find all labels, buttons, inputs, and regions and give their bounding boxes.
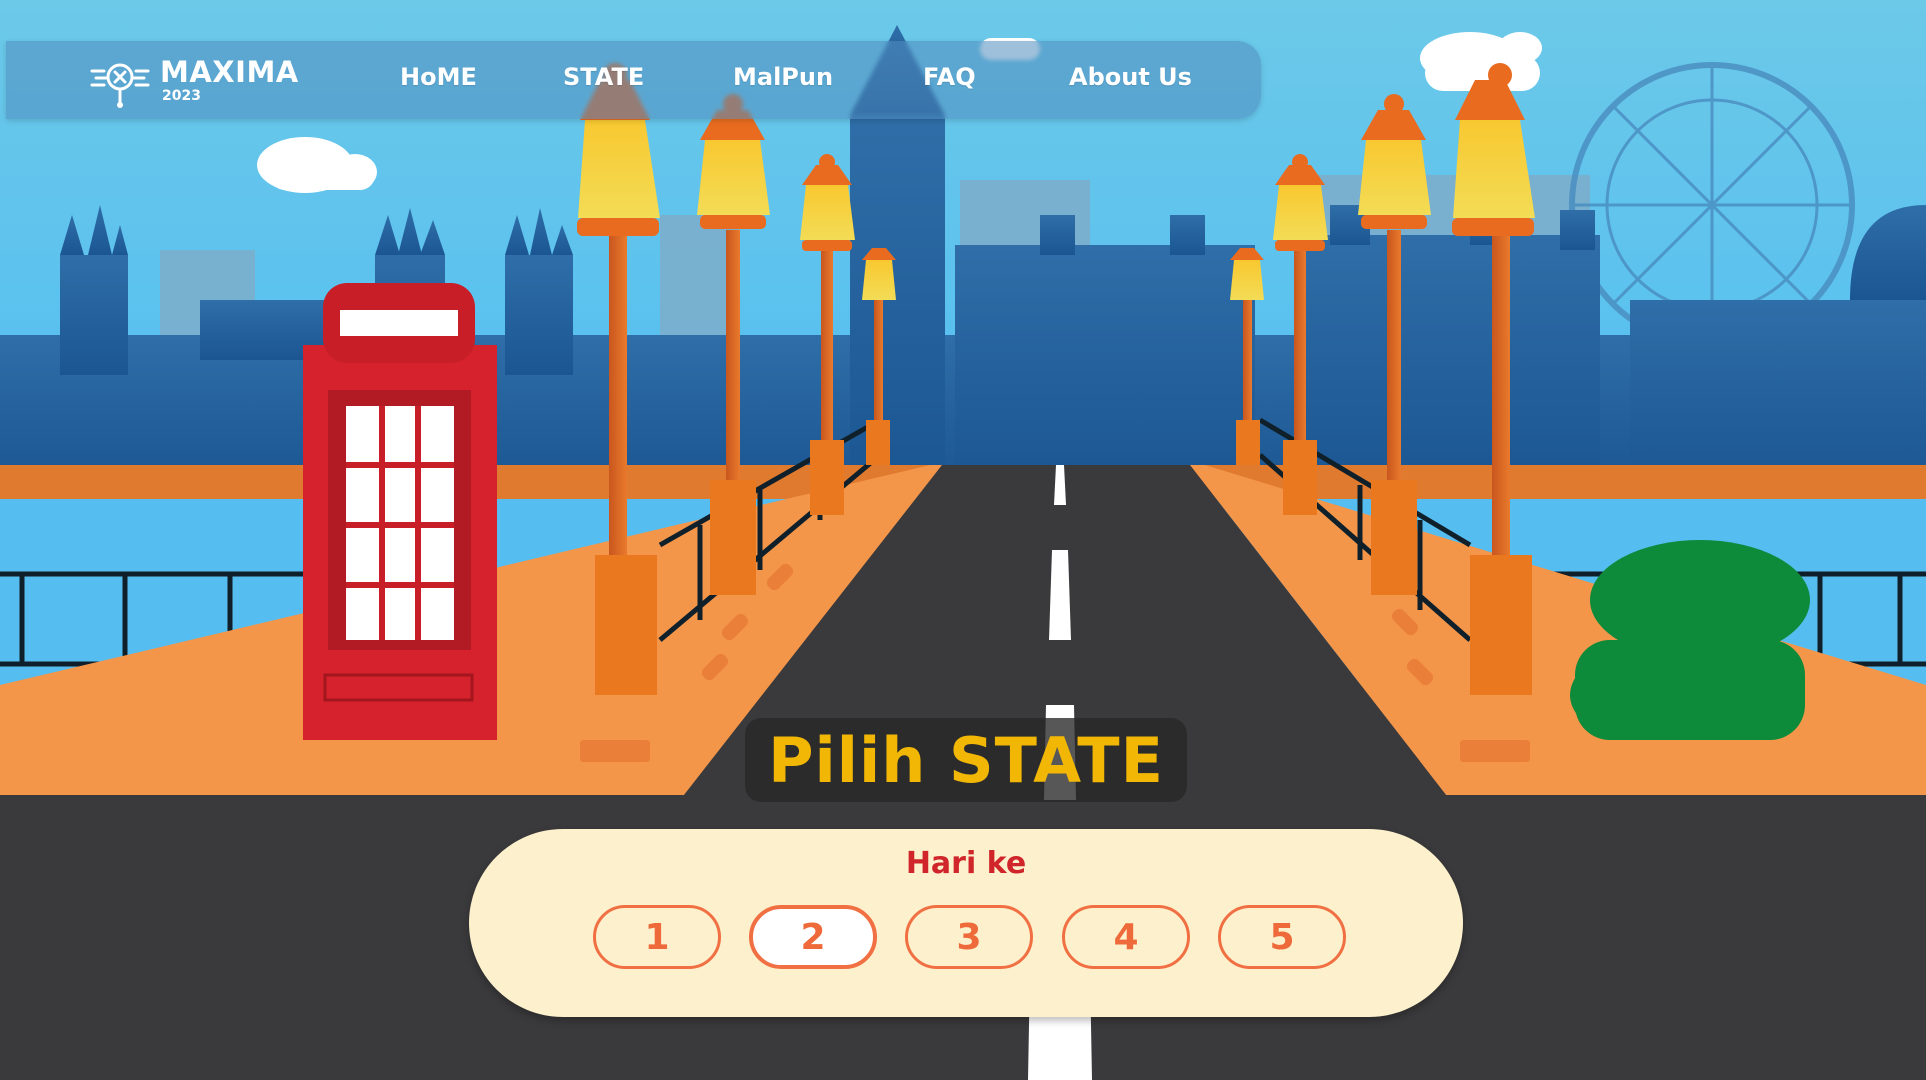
brand-logo[interactable]: MAXIMA 2023 bbox=[90, 51, 299, 109]
day-button-1[interactable]: 1 bbox=[593, 905, 721, 969]
brand-name: MAXIMA bbox=[160, 54, 299, 89]
day-button-3[interactable]: 3 bbox=[905, 905, 1033, 969]
maxima-logo-icon bbox=[90, 51, 150, 109]
nav-item-about-us[interactable]: About Us bbox=[1069, 63, 1192, 91]
day-picker: Hari ke 1 2 3 4 5 bbox=[469, 829, 1463, 1017]
day-button-5[interactable]: 5 bbox=[1218, 905, 1346, 969]
page-title-box: Pilih STATE bbox=[745, 718, 1187, 802]
nav-item-faq[interactable]: FAQ bbox=[923, 63, 976, 91]
nav-item-home[interactable]: HoME bbox=[400, 63, 477, 91]
brand-year: 2023 bbox=[162, 87, 201, 104]
nav-item-malpun[interactable]: MalPun bbox=[733, 63, 833, 91]
brand-text: MAXIMA 2023 bbox=[160, 54, 299, 104]
phone-booth bbox=[303, 283, 497, 740]
day-button-4[interactable]: 4 bbox=[1062, 905, 1190, 969]
day-picker-label: Hari ke bbox=[905, 846, 1027, 881]
nav-item-state[interactable]: STATE bbox=[563, 63, 644, 91]
page-title: Pilih STATE bbox=[768, 723, 1164, 797]
day-button-2[interactable]: 2 bbox=[749, 905, 877, 969]
top-navbar: MAXIMA 2023 HoME STATE MalPun FAQ About … bbox=[6, 41, 1261, 119]
